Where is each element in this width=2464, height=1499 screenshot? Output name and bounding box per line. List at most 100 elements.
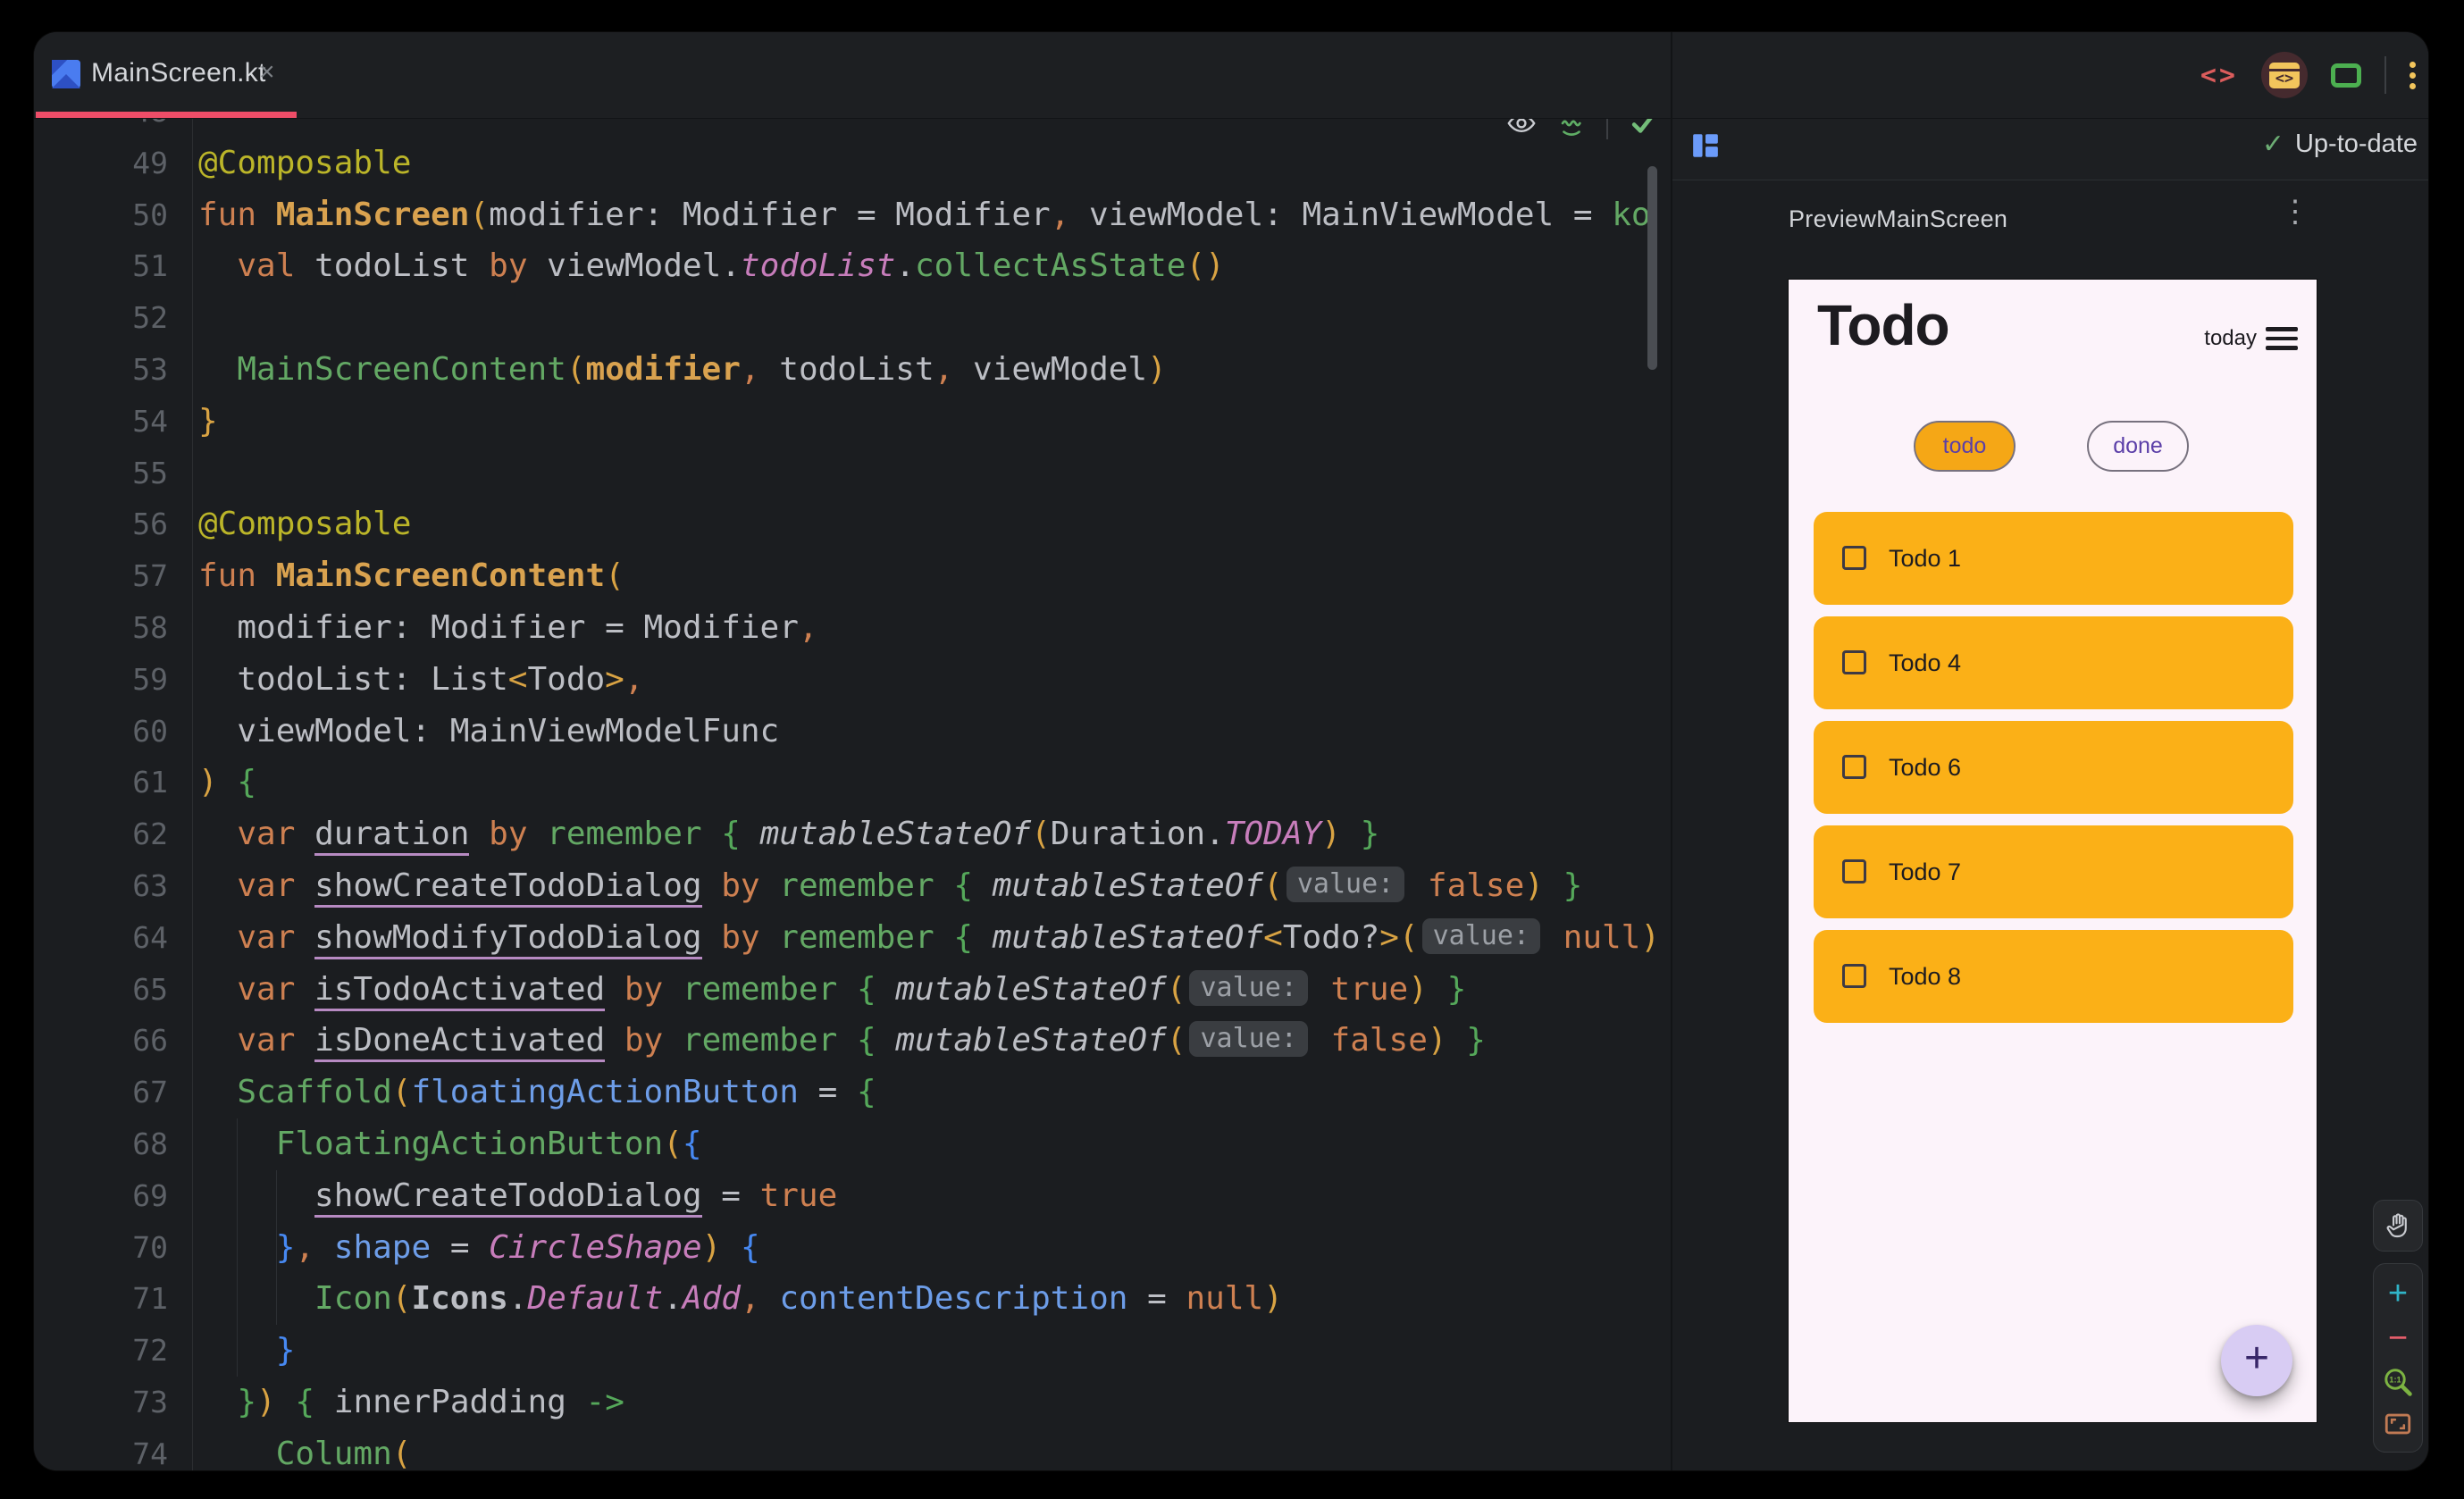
line-number[interactable]: 59 (34, 654, 223, 706)
code-line[interactable]: 59 todoList: List<Todo>, (34, 654, 1671, 706)
todo-checkbox[interactable] (1842, 859, 1866, 883)
line-number[interactable]: 58 (34, 602, 223, 654)
line-number[interactable]: 56 (34, 498, 223, 550)
code-line[interactable]: 58 modifier: Modifier = Modifier, (34, 602, 1671, 654)
code-text: todoList: List<Todo>, (198, 660, 644, 698)
preview-more-menu-icon[interactable]: ⋮ (2280, 197, 2310, 227)
code-text: modifier: Modifier = Modifier, (198, 609, 818, 646)
line-number[interactable]: 54 (34, 396, 223, 448)
code-line[interactable]: 53 MainScreenContent(modifier, todoList,… (34, 344, 1671, 396)
tab-close-icon[interactable]: × (259, 57, 275, 88)
code-text: FloatingActionButton({ (275, 1126, 702, 1162)
todo-checkbox[interactable] (1842, 964, 1866, 988)
code-line[interactable]: 71 Icon(Icons.Default.Add, contentDescri… (34, 1273, 1671, 1325)
line-number[interactable]: 69 (34, 1170, 223, 1222)
code-line[interactable]: 65 var isTodoActivated by remember { mut… (34, 964, 1671, 1016)
code-line[interactable]: 70 }, shape = CircleShape) { (34, 1222, 1671, 1274)
todo-item[interactable]: Todo 1 (1814, 512, 2293, 605)
code-line[interactable]: 57 fun MainScreenContent( (34, 550, 1671, 602)
todo-item[interactable]: Todo 7 (1814, 825, 2293, 918)
line-number[interactable]: 64 (34, 912, 223, 964)
hamburger-icon[interactable] (2266, 327, 2298, 350)
code-line[interactable]: 67 Scaffold(floatingActionButton = { (34, 1067, 1671, 1118)
line-number[interactable]: 57 (34, 550, 223, 602)
design-view-icon[interactable] (2331, 63, 2361, 88)
code-view-icon[interactable]: <> (2200, 60, 2238, 91)
line-number[interactable]: 61 (34, 757, 223, 808)
code-line[interactable]: 64 var showModifyTodoDialog by remember … (34, 912, 1698, 964)
status-label: Up-to-date (2294, 130, 2418, 158)
code-text: var isDoneActivated by remember { mutabl… (198, 1015, 1486, 1067)
add-todo-fab[interactable]: + (2221, 1325, 2292, 1396)
code-line[interactable]: 73 }) { innerPadding -> (34, 1377, 1671, 1428)
code-line[interactable]: 61) { (34, 757, 1671, 808)
line-number[interactable]: 51 (34, 240, 223, 292)
line-number[interactable]: 65 (34, 964, 223, 1016)
compose-preview-panel: ✓ Up-to-date PreviewMainScreen ⋮ Todo to… (1672, 32, 2428, 1470)
zoom-to-fit-icon[interactable] (2383, 1409, 2413, 1439)
code-line[interactable]: 50 fun MainScreen(modifier: Modifier = Mo… (34, 189, 1671, 241)
split-view-icon[interactable]: <> (2261, 52, 2308, 98)
line-number[interactable]: 52 (34, 292, 223, 344)
zoom-out-icon[interactable]: − (2388, 1321, 2408, 1355)
code-editor[interactable]: 4849@Composable50fun MainScreen(modifier… (34, 32, 1698, 1470)
line-number[interactable]: 62 (34, 808, 223, 860)
code-text: val todoList by viewModel.todoList.colle… (237, 247, 1225, 285)
code-line[interactable]: 56 @Composable (34, 498, 1671, 550)
code-line[interactable]: 51 val todoList by viewModel.todoList.co… (34, 240, 1671, 292)
status-check-icon: ✓ (2261, 130, 2284, 159)
line-number[interactable]: 49 (34, 138, 223, 189)
editor-preview-splitter[interactable] (1671, 32, 1672, 1470)
code-line[interactable]: 74 Column( (34, 1428, 1671, 1470)
todo-item[interactable]: Todo 6 (1814, 721, 2293, 814)
zoom-actual-icon[interactable]: 1:1 (2382, 1366, 2414, 1398)
line-number[interactable]: 55 (34, 448, 223, 499)
code-line[interactable]: 62 var duration by remember { mutableSta… (34, 808, 1671, 860)
layout-grid-icon[interactable] (1692, 132, 1719, 159)
line-number[interactable]: 73 (34, 1377, 223, 1428)
zoom-in-icon[interactable]: + (2388, 1277, 2408, 1311)
code-line[interactable]: 69 showCreateTodoDialog = true (34, 1170, 1671, 1222)
todo-checkbox[interactable] (1842, 650, 1866, 674)
line-number[interactable]: 50 (34, 189, 223, 241)
code-text: fun MainScreen(modifier: Modifier = Modi… (198, 196, 1651, 233)
filter-chip-todo[interactable]: todo (1914, 421, 2016, 472)
code-line[interactable]: 49 @Composable (34, 138, 1671, 189)
tab-mainscreen-kt[interactable]: MainScreen.kt × (36, 32, 297, 118)
line-number[interactable]: 60 (34, 706, 223, 758)
pan-hand-button[interactable] (2373, 1200, 2423, 1252)
line-number[interactable]: 68 (34, 1118, 223, 1170)
filter-chip-done[interactable]: done (2087, 421, 2189, 472)
preview-title-row: PreviewMainScreen ⋮ (1672, 180, 2428, 261)
code-line[interactable]: 72 } (34, 1325, 1671, 1377)
line-number[interactable]: 66 (34, 1015, 223, 1067)
code-line[interactable]: 60 viewModel: MainViewModelFunc (34, 706, 1671, 758)
editor-scrollbar-thumb[interactable] (1647, 166, 1657, 370)
code-line[interactable]: 54} (34, 396, 1671, 448)
todo-checkbox[interactable] (1842, 546, 1866, 570)
code-text: var duration by remember { mutableStateO… (198, 808, 1379, 860)
indent-guide (237, 1118, 238, 1377)
indent-guide (276, 1170, 277, 1325)
more-menu-icon[interactable] (2410, 61, 2416, 89)
code-line[interactable]: 52 (34, 292, 1671, 344)
todo-item[interactable]: Todo 8 (1814, 930, 2293, 1023)
todo-checkbox[interactable] (1842, 755, 1866, 779)
line-number[interactable]: 67 (34, 1067, 223, 1118)
code-text: var showModifyTodoDialog by remember { m… (198, 912, 1698, 964)
code-line[interactable]: 66 var isDoneActivated by remember { mut… (34, 1015, 1671, 1067)
code-line[interactable]: 68 FloatingActionButton({ (34, 1118, 1671, 1170)
line-number[interactable]: 53 (34, 344, 223, 396)
zoom-toolbar: + − 1:1 (2373, 1263, 2423, 1453)
line-number[interactable]: 70 (34, 1222, 223, 1274)
app-menu[interactable]: today (2204, 326, 2298, 351)
line-number[interactable]: 74 (34, 1428, 223, 1470)
code-line[interactable]: 55 (34, 448, 1671, 499)
plus-icon: + (2243, 1335, 2270, 1382)
todo-item[interactable]: Todo 4 (1814, 616, 2293, 709)
menu-label: today (2204, 326, 2257, 350)
line-number[interactable]: 71 (34, 1273, 223, 1325)
line-number[interactable]: 63 (34, 860, 223, 912)
code-line[interactable]: 63 var showCreateTodoDialog by remember … (34, 860, 1671, 912)
line-number[interactable]: 72 (34, 1325, 223, 1377)
